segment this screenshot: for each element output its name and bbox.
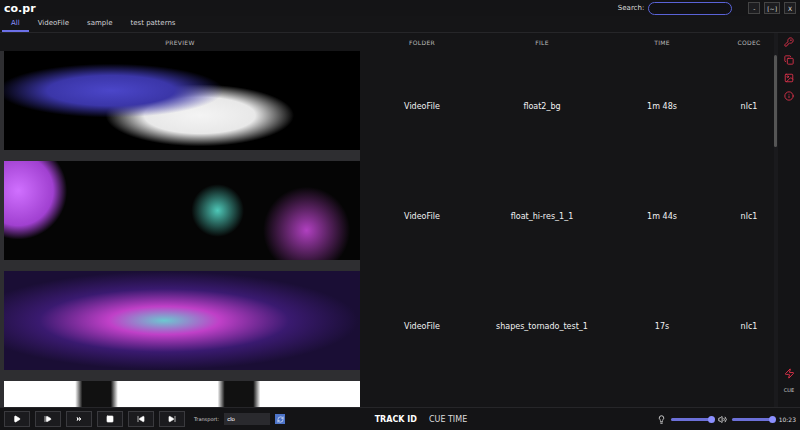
preview-cell [0, 381, 360, 407]
slider-fill [671, 418, 711, 421]
fast-forward-button[interactable] [66, 411, 92, 427]
column-header[interactable]: TIME [600, 39, 724, 46]
image-icon[interactable] [784, 73, 794, 83]
volume-icon [718, 415, 727, 424]
media-table: PREVIEWFOLDERFILETIMECODECVideoFilefloat… [0, 33, 774, 407]
volume-slider[interactable] [732, 418, 774, 421]
stop-button[interactable] [97, 411, 123, 427]
column-header[interactable]: FOLDER [360, 39, 484, 46]
skip-forward-icon [168, 415, 176, 423]
transport-bar: Transport: TRACK ID CUE TIME 10:23 [0, 407, 800, 430]
preview-image [4, 51, 360, 150]
column-header[interactable]: PREVIEW [0, 39, 360, 46]
tab-bar: AllVideoFilesampletest patterns [0, 16, 800, 33]
step-forward-icon [44, 415, 52, 423]
tab[interactable]: test patterns [121, 16, 184, 32]
cue-time: CUE TIME [429, 415, 467, 424]
stop-icon [106, 415, 114, 423]
brightness-icon [657, 415, 666, 424]
tab[interactable]: sample [78, 16, 121, 32]
step-forward-button[interactable] [35, 411, 61, 427]
window-button[interactable]: - [748, 2, 760, 14]
app-title: co.pr [4, 2, 614, 15]
file-cell: shapes_tornado_test_1 [484, 322, 600, 331]
codec-cell: nlc1 [724, 102, 774, 111]
tab[interactable]: VideoFile [29, 16, 78, 32]
refresh-icon [277, 416, 284, 423]
folder-cell: VideoFile [360, 322, 484, 331]
column-header[interactable]: CODEC [724, 39, 774, 46]
slider-thumb[interactable] [708, 416, 715, 423]
preview-cell [0, 161, 360, 271]
file-cell: float_hi-res_1_1 [484, 212, 600, 221]
table-row[interactable]: VideoFileshapes_tornado_test_117snlc1 [0, 271, 774, 381]
preview-cell [0, 51, 360, 161]
skip-back-icon [137, 415, 145, 423]
preview-image [4, 271, 360, 370]
cue-icon[interactable] [784, 368, 795, 379]
codec-cell: nlc1 [724, 212, 774, 221]
preview-image [4, 381, 360, 407]
table-row[interactable]: VideoFilefloat2_bg1m 48snlc1 [0, 51, 774, 161]
play-icon [13, 415, 21, 423]
scroll-thumb[interactable] [774, 55, 777, 147]
search-field[interactable] [648, 2, 732, 15]
slider-thumb[interactable] [769, 416, 776, 423]
table-row[interactable] [0, 381, 774, 407]
transport-label: Transport: [194, 416, 219, 422]
preview-image [4, 161, 360, 260]
time-cell: 1m 48s [600, 102, 724, 111]
info-icon[interactable] [784, 91, 794, 101]
skip-forward-button[interactable] [159, 411, 185, 427]
skip-back-button[interactable] [128, 411, 154, 427]
preview-cell [0, 271, 360, 381]
brightness-slider[interactable] [671, 418, 713, 421]
tab[interactable]: All [2, 16, 29, 32]
codec-cell: nlc1 [724, 322, 774, 331]
window-button[interactable]: X [784, 2, 796, 14]
folder-cell: VideoFile [360, 212, 484, 221]
column-header[interactable]: FILE [484, 39, 600, 46]
slider-fill [732, 418, 773, 421]
key-icon[interactable] [784, 37, 794, 47]
fast-forward-icon [75, 415, 83, 423]
track-id: TRACK ID [375, 415, 417, 424]
time-cell: 17s [600, 322, 724, 331]
search-label: Search: [618, 4, 644, 12]
file-cell: float2_bg [484, 102, 600, 111]
transport-field[interactable] [224, 413, 270, 425]
sidebar: CUE [778, 33, 800, 407]
folder-cell: VideoFile [360, 102, 484, 111]
table-header: PREVIEWFOLDERFILETIMECODEC [0, 33, 774, 51]
app-window: co.prSearch:-[~]XAllVideoFilesampletest … [0, 0, 800, 430]
copy-icon[interactable] [784, 55, 794, 65]
cue-label: CUE [784, 387, 794, 393]
play-button[interactable] [4, 411, 30, 427]
table-body: VideoFilefloat2_bg1m 48snlc1VideoFileflo… [0, 51, 774, 407]
title-bar: co.pr Search: -[~] X [0, 0, 800, 16]
clock: 10:23 [779, 416, 796, 423]
time-cell: 1m 44s [600, 212, 724, 221]
refresh-button[interactable] [275, 414, 285, 424]
window-button[interactable]: [~] [764, 2, 780, 14]
table-row[interactable]: VideoFilefloat_hi-res_1_11m 44snlc1 [0, 161, 774, 271]
